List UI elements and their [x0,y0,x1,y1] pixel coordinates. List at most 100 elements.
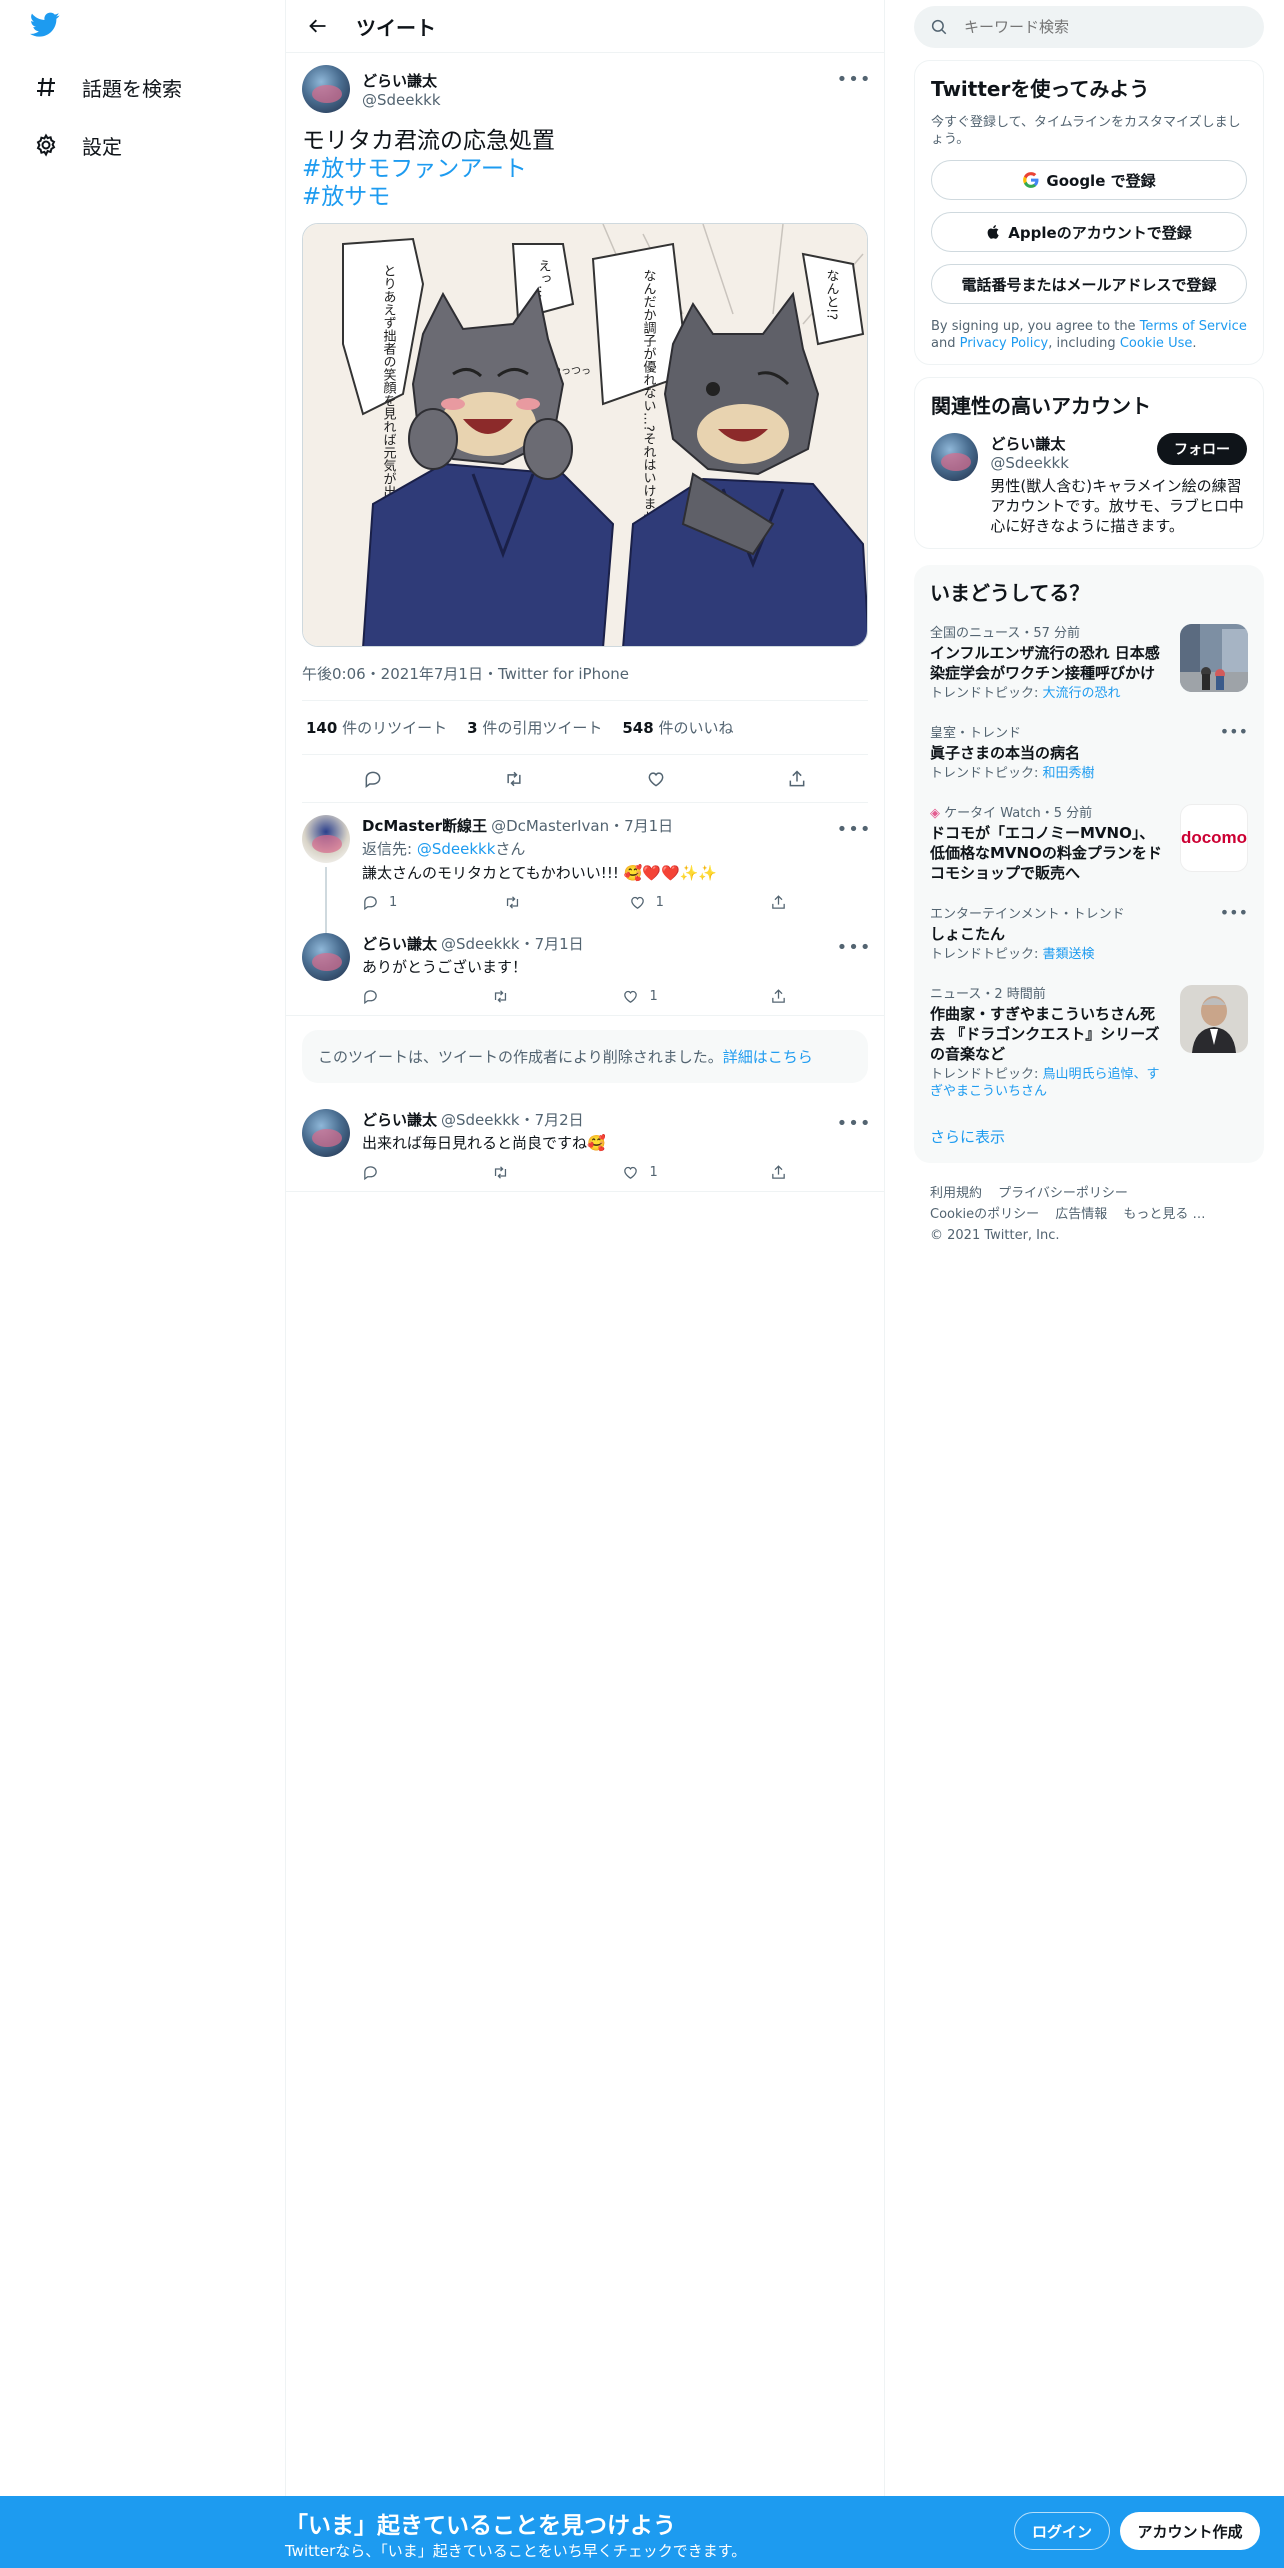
avatar[interactable] [302,815,350,863]
nav-settings[interactable]: 設定 [32,123,122,167]
quote-stat[interactable]: 3 件の引用ツイート [467,717,602,738]
trend-meta-text: ケータイ Watch・5 分前 [944,806,1093,821]
more-options-icon[interactable]: ••• [837,937,871,958]
footer-link[interactable]: 利用規約 [930,1186,982,1201]
trend-meta: エンターテインメント・トレンド [930,907,1125,922]
trend-topic-link[interactable]: 書類送検 [1043,947,1095,962]
reply-action[interactable]: 1 [362,894,397,911]
reply-text: ありがとうございます！ [362,958,528,976]
reply-action[interactable] [362,1164,379,1181]
like-action[interactable]: 1 [622,1164,658,1181]
tweet-timestamp[interactable]: 午後0:06・2021年7月1日・Twitter for iPhone [302,663,868,701]
nav-explore[interactable]: 話題を検索 [32,65,182,109]
like-action[interactable]: 1 [622,988,658,1005]
trend-item[interactable]: ◈ ケータイ Watch・5 分前 ドコモが「エコノミーMVNO」、低価格なMV… [914,792,1264,893]
search-input[interactable] [964,18,1214,36]
footer-links: 利用規約 プライバシーポリシー Cookieのポリシー 広告情報 もっと見る …… [914,1163,1264,1266]
more-options-icon[interactable]: ••• [837,819,871,840]
bottom-bar-title: 「いま」起きていることを見つけよう [285,2513,676,2539]
trends-title: いまどうしてる？ [930,581,1090,605]
phone-email-signup-button[interactable]: 電話番号またはメールアドレスで登録 [931,264,1247,304]
trend-topic-prefix: トレンドトピック: [930,766,1043,781]
hashtag-link[interactable]: #放サモ [302,183,868,211]
trend-topic-link[interactable]: 和田秀樹 [1043,766,1095,781]
author-handle[interactable]: @Sdeekkk [362,91,441,109]
apple-icon [987,225,999,239]
google-signup-button[interactable]: Google で登録 [931,160,1247,200]
trend-item[interactable]: 皇室・トレンド 眞子さまの本当の病名 トレンドトピック: 和田秀樹 ••• [914,712,1264,792]
reply-tweet[interactable]: DcMaster断線王 @DcMasterIvan ・7月1日 ••• 返信先:… [286,803,884,933]
retweet-action[interactable] [491,988,510,1005]
terms-including: , including [1048,336,1120,351]
retweet-count: 140 [306,719,338,737]
avatar[interactable] [931,433,979,481]
related-account[interactable]: どらい謙太 @Sdeekkk 男性(獣人含む)キャラメイン絵の練習アカウントです… [931,433,1247,536]
retweet-icon [495,1166,507,1179]
more-options-icon[interactable]: ••• [1220,903,1248,922]
hashtag-link[interactable]: #放サモファンアート [302,155,868,183]
main-tweet: どらい謙太 @Sdeekkk ••• モリタカ君流の応急処置 #放サモファンアー… [286,53,884,803]
twitter-logo-icon[interactable] [30,12,66,44]
reply-to-link[interactable]: @Sdeekkk [417,840,496,858]
reply-tweet[interactable]: どらい謙太 @Sdeekkk ・7月1日 ••• ありがとうございます！ 1 [286,921,884,1016]
tweet-image[interactable]: とりあえず拙者の笑顔を見れば元気が出るでござる!! えっ… なんだか調子が優れな… [302,223,868,647]
retweet-action[interactable] [491,1164,510,1181]
related-title: 関連性の高いアカウント [931,394,1151,418]
reply-handle[interactable]: @DcMasterIvan [491,817,609,835]
retweet-label: 件のリツイート [342,719,448,737]
avatar[interactable] [302,65,350,113]
share-action[interactable] [770,1164,787,1181]
footer-link[interactable]: プライバシーポリシー [998,1186,1128,1201]
reply-date[interactable]: ・7月1日 [520,933,584,954]
trend-title: 眞子さまの本当の病名 [930,744,1081,762]
reply-handle[interactable]: @Sdeekkk [441,935,520,953]
cookie-link[interactable]: Cookie Use [1120,336,1193,351]
trend-item[interactable]: ニュース・2 時間前 作曲家・すぎやまこういちさん死去 『ドラゴンクエスト』シリ… [914,973,1264,1110]
signup-subtitle: 今すぐ登録して、タイムラインをカスタマイズしましょう。 [931,115,1241,147]
share-action[interactable] [770,894,787,911]
share-icon[interactable] [780,762,814,796]
share-action[interactable] [770,988,787,1005]
reply-icon[interactable] [356,762,390,796]
reply-display-name[interactable]: どらい謙太 [362,1109,437,1130]
privacy-link[interactable]: Privacy Policy [960,336,1049,351]
trend-item[interactable]: エンターテインメント・トレンド しょこたん トレンドトピック: 書類送検 ••• [914,893,1264,973]
footer-link[interactable]: 広告情報 [1055,1207,1107,1222]
author-display-name[interactable]: どらい謙太 [362,70,441,91]
reply-display-name[interactable]: どらい謙太 [362,933,437,954]
apple-signup-button[interactable]: Appleのアカウントで登録 [931,212,1247,252]
avatar[interactable] [302,1109,350,1157]
reply-tweet[interactable]: どらい謙太 @Sdeekkk ・7月2日 ••• 出来れば毎日見れると尚良ですね… [286,1097,884,1192]
terms-prefix: By signing up, you agree to the [931,319,1140,334]
follow-button[interactable]: フォロー [1157,433,1247,465]
reply-handle[interactable]: @Sdeekkk [441,1111,520,1129]
more-options-icon[interactable]: ••• [837,69,871,90]
like-icon[interactable] [639,762,673,796]
show-more-link[interactable]: さらに表示 [914,1110,1264,1151]
avatar[interactable] [302,933,350,981]
footer-link[interactable]: もっと見る … [1123,1207,1205,1222]
signup-button[interactable]: アカウント作成 [1120,2512,1260,2550]
reply-action[interactable] [362,988,379,1005]
like-stat[interactable]: 548 件のいいね [622,717,733,738]
trend-item[interactable]: 全国のニュース・57 分前 インフルエンザ流行の恐れ 日本感染症学会がワクチン接… [914,612,1264,712]
footer-link[interactable]: Cookieのポリシー [930,1207,1039,1222]
reply-text: 謙太さんのモリタカとてもかわいい!!! 🥰❤️❤️✨✨ [362,864,717,882]
trend-topic-link[interactable]: 大流行の恐れ [1043,686,1121,701]
retweet-icon[interactable] [497,762,531,796]
reply-date[interactable]: ・7月2日 [520,1109,584,1130]
login-button[interactable]: ログイン [1014,2512,1110,2550]
terms-link[interactable]: Terms of Service [1140,319,1247,334]
learn-more-link[interactable]: 詳細はこちら [723,1048,813,1066]
retweet-stat[interactable]: 140 件のリツイート [306,717,447,738]
back-arrow-icon[interactable] [300,8,336,44]
more-options-icon[interactable]: ••• [837,1113,871,1134]
reply-display-name[interactable]: DcMaster断線王 [362,815,487,836]
signup-card: Twitterを使ってみよう 今すぐ登録して、タイムラインをカスタマイズしましょ… [914,60,1264,365]
like-action[interactable]: 1 [629,894,664,911]
reply-date[interactable]: ・7月1日 [609,815,673,836]
trend-topic-prefix: トレンドトピック: [930,686,1043,701]
retweet-action[interactable] [503,894,522,911]
more-options-icon[interactable]: ••• [1220,722,1248,741]
search-bar[interactable] [914,6,1264,48]
